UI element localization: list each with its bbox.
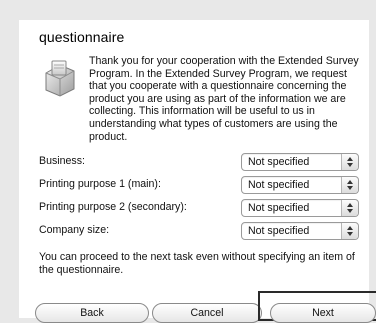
company-size-select[interactable]: Not specified	[241, 222, 359, 240]
printing-purpose-1-value: Not specified	[248, 179, 310, 191]
field-row-company-size: Company size: Not specified	[39, 222, 365, 240]
skip-note-text: You can proceed to the next task even wi…	[39, 251, 355, 276]
business-label: Business:	[39, 155, 85, 167]
intro-text: Thank you for your cooperation with the …	[89, 55, 359, 143]
printing-purpose-1-label: Printing purpose 1 (main):	[39, 178, 161, 190]
next-button[interactable]: Next	[270, 303, 376, 323]
field-row-printing-purpose-2: Printing purpose 2 (secondary): Not spec…	[39, 199, 365, 217]
cancel-button[interactable]: Cancel	[152, 303, 262, 323]
printing-purpose-2-value: Not specified	[248, 202, 310, 214]
business-select[interactable]: Not specified	[241, 153, 359, 171]
select-arrows-icon	[341, 200, 358, 216]
select-arrows-icon	[341, 223, 358, 239]
field-row-printing-purpose-1: Printing purpose 1 (main): Not specified	[39, 176, 365, 194]
select-arrows-icon	[341, 154, 358, 170]
printing-purpose-2-select[interactable]: Not specified	[241, 199, 359, 217]
select-arrows-icon	[341, 177, 358, 193]
field-row-business: Business: Not specified	[39, 153, 365, 171]
printing-purpose-2-label: Printing purpose 2 (secondary):	[39, 201, 187, 213]
company-size-value: Not specified	[248, 225, 310, 237]
back-button[interactable]: Back	[35, 303, 149, 323]
printing-purpose-1-select[interactable]: Not specified	[241, 176, 359, 194]
application-icon	[40, 59, 80, 99]
company-size-label: Company size:	[39, 224, 110, 236]
page-title: questionnaire	[39, 29, 125, 45]
business-select-value: Not specified	[248, 156, 310, 168]
